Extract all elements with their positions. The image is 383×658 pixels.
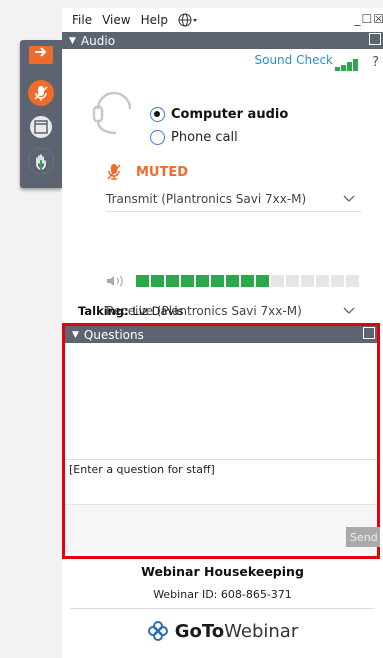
popout-icon[interactable]: [369, 33, 381, 45]
meter-segment: [181, 275, 194, 287]
computer-audio-radio[interactable]: [150, 107, 165, 122]
talking-indicator: Talking: Liz Davis: [78, 304, 184, 318]
questions-header-label: Questions: [83, 327, 144, 342]
volume-meter: [106, 274, 361, 288]
meter-segment: [211, 275, 224, 287]
meter-segment: [151, 275, 164, 287]
talking-label: Talking:: [78, 304, 129, 318]
footer-divider: [70, 608, 375, 609]
computer-audio-label: Computer audio: [171, 107, 289, 122]
meter-segment: [316, 275, 329, 287]
meter-segment: [241, 275, 254, 287]
meter-segment: [196, 275, 209, 287]
collapse-triangle-icon[interactable]: ▼: [69, 36, 76, 46]
arrow-right-icon[interactable]: [29, 46, 53, 64]
questions-log: [65, 343, 377, 460]
send-button[interactable]: Send: [346, 527, 380, 547]
meter-bars: [136, 275, 361, 287]
computer-audio-option[interactable]: Computer audio: [150, 107, 288, 122]
webinar-id: Webinar ID: 608-865-371: [153, 588, 292, 601]
mic-muted-icon[interactable]: [28, 80, 54, 106]
transmit-value: Transmit (Plantronics Savi 7xx-M): [106, 192, 307, 206]
meter-segment: [331, 275, 344, 287]
meter-segment: [136, 275, 149, 287]
chevron-down-icon[interactable]: [342, 304, 356, 316]
help-icon[interactable]: ?: [372, 55, 379, 70]
meter-segment: [286, 275, 299, 287]
transmit-select[interactable]: Transmit (Plantronics Savi 7xx-M): [106, 187, 362, 212]
gotowebinar-logo: GoTo Webinar: [62, 620, 383, 642]
control-panel: File View Help _☐☒ ▼ Audio Sound Check ?…: [62, 8, 383, 658]
muted-label: MUTED: [136, 164, 189, 180]
collapse-triangle-icon[interactable]: ▼: [72, 330, 79, 340]
mute-status[interactable]: MUTED: [106, 163, 188, 181]
menu-view[interactable]: View: [102, 13, 130, 27]
audio-body: Sound Check ? Computer audio Phone call …: [62, 49, 383, 333]
questions-panel: ▼ Questions [Enter a question for staff]…: [62, 323, 380, 559]
brand-webinar: Webinar: [224, 620, 299, 642]
questions-header[interactable]: ▼ Questions: [65, 326, 377, 343]
phone-call-label: Phone call: [171, 130, 238, 145]
meter-segment: [166, 275, 179, 287]
phone-call-option[interactable]: Phone call: [150, 130, 238, 145]
globe-icon[interactable]: [178, 13, 198, 27]
side-toolbar: [20, 40, 62, 188]
popout-icon[interactable]: [363, 327, 375, 339]
raise-hand-icon[interactable]: [28, 148, 54, 174]
window-controls[interactable]: _☐☒: [354, 12, 383, 26]
signal-meter-icon: [335, 57, 359, 71]
phone-call-radio[interactable]: [150, 130, 165, 145]
mic-muted-icon[interactable]: [106, 163, 122, 181]
question-input[interactable]: [Enter a question for staff]: [65, 460, 377, 505]
brand-goto: GoTo: [174, 620, 225, 642]
send-row: Send: [65, 505, 380, 553]
window-icon[interactable]: [28, 114, 54, 140]
meter-segment: [226, 275, 239, 287]
audio-header[interactable]: ▼ Audio: [62, 32, 383, 49]
chevron-down-icon[interactable]: [342, 192, 356, 204]
menu-file[interactable]: File: [72, 13, 92, 27]
audio-header-label: Audio: [80, 33, 116, 48]
webinar-title: Webinar Housekeeping: [141, 564, 304, 579]
meter-segment: [301, 275, 314, 287]
headset-icon: [92, 91, 132, 135]
menu-bar: File View Help _☐☒: [62, 8, 383, 32]
talking-name: Liz Davis: [132, 304, 184, 318]
sound-check-link[interactable]: Sound Check: [254, 53, 333, 67]
menu-help[interactable]: Help: [141, 13, 168, 27]
gotowebinar-flower-icon: [147, 621, 168, 641]
meter-segment: [346, 275, 359, 287]
meter-segment: [256, 275, 269, 287]
speaker-icon: [107, 275, 123, 287]
meter-segment: [271, 275, 284, 287]
